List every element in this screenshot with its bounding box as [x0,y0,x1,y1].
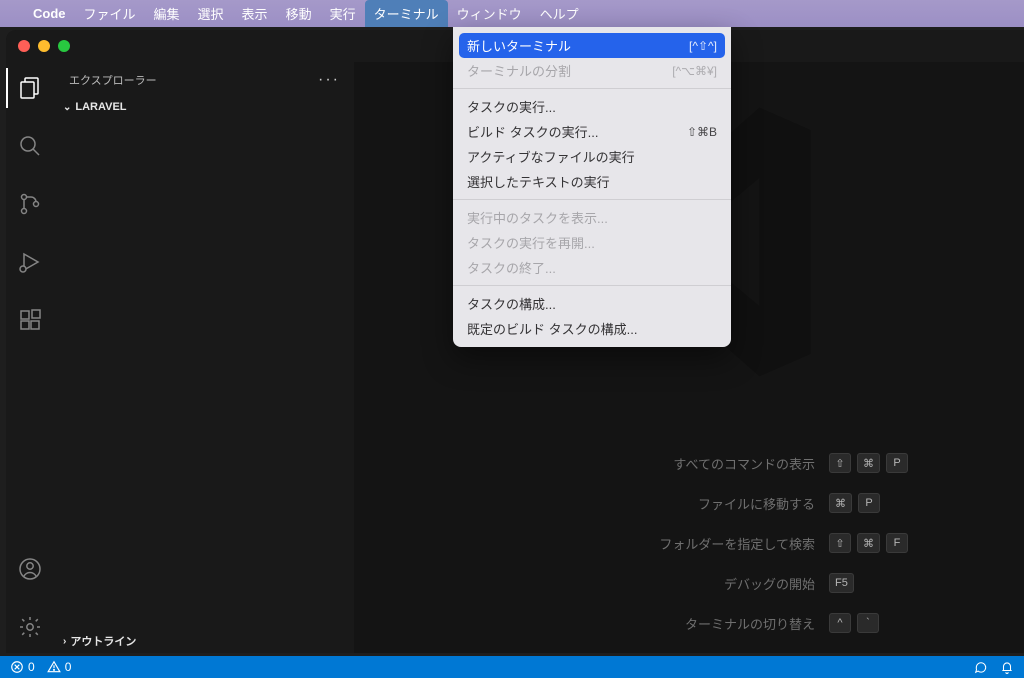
menu-run-build-task[interactable]: ビルド タスクの実行... ⇧⌘B [453,119,731,144]
menu-item-label: 既定のビルド タスクの構成... [467,319,637,338]
key-chip: ⌘ [857,533,880,553]
menu-terminate-task: タスクの終了... [453,255,731,280]
menu-item-label: タスクの実行を再開... [467,233,595,252]
menu-show-running-tasks: 実行中のタスクを表示... [453,205,731,230]
shortcut-row-toggle-terminal: ターミナルの切り替え ^ ` [429,613,949,633]
status-notifications-icon[interactable] [1000,660,1014,674]
menu-run-task[interactable]: タスクの実行... [453,94,731,119]
key-chip: ⇧ [829,533,851,553]
chevron-right-icon: › [63,636,66,647]
menu-separator [453,285,731,286]
key-chip: P [886,453,908,473]
settings-gear-icon[interactable] [6,605,54,649]
key-chip: ⌘ [829,493,852,513]
key-chip: P [858,493,880,513]
search-icon[interactable] [6,124,54,168]
outline-title: アウトライン [70,633,136,649]
activity-bar [6,62,54,653]
shortcut-label: ファイルに移動する [429,494,815,513]
accounts-icon[interactable] [6,547,54,591]
key-chip: ⇧ [829,453,851,473]
shortcut-label: ターミナルの切り替え [429,614,815,633]
menu-item-label: ターミナルの分割 [467,61,571,80]
key-chip: ` [857,613,879,633]
welcome-shortcuts: すべてのコマンドの表示 ⇧ ⌘ P ファイルに移動する ⌘ P フォルダーを指定 [429,453,949,633]
explorer-title: エクスプローラー [69,72,157,88]
key-chip: F5 [829,573,854,593]
status-warnings[interactable]: 0 [47,660,72,674]
menu-view[interactable]: 表示 [233,0,277,27]
menu-configure-tasks[interactable]: タスクの構成... [453,291,731,316]
menu-item-shortcut: [^⇧^] [689,39,717,53]
menu-window[interactable]: ウィンドウ [448,0,531,27]
menu-configure-default-build-task[interactable]: 既定のビルド タスクの構成... [453,316,731,341]
project-folder-label: LARAVEL [75,101,126,113]
sidebar-header: エクスプローラー ··· [55,62,354,97]
terminal-dropdown-menu: 新しいターミナル [^⇧^] ターミナルの分割 [^⌥⌘¥] タスクの実行...… [453,27,731,347]
status-bar: 0 0 [0,656,1024,678]
menu-item-shortcut: ⇧⌘B [687,125,717,139]
shortcut-label: フォルダーを指定して検索 [429,534,815,553]
menu-restart-task: タスクの実行を再開... [453,230,731,255]
menu-separator [453,199,731,200]
menu-run-selected-text[interactable]: 選択したテキストの実行 [453,169,731,194]
menu-item-label: タスクの終了... [467,258,556,277]
extensions-icon[interactable] [6,298,54,342]
menu-item-label: 選択したテキストの実行 [467,172,610,191]
menu-item-label: タスクの実行... [467,97,556,116]
menu-item-label: 新しいターミナル [467,36,571,55]
menu-selection[interactable]: 選択 [189,0,233,27]
menu-file[interactable]: ファイル [75,0,145,27]
menu-help[interactable]: ヘルプ [531,0,588,27]
shortcut-label: すべてのコマンドの表示 [429,454,815,473]
shortcut-row-commands: すべてのコマンドの表示 ⇧ ⌘ P [429,453,949,473]
shortcut-label: デバッグの開始 [429,574,815,593]
menu-new-terminal[interactable]: 新しいターミナル [^⇧^] [459,33,725,58]
menu-item-label: タスクの構成... [467,294,556,313]
chevron-down-icon: ⌄ [63,102,71,113]
sidebar-explorer: エクスプローラー ··· ⌄ LARAVEL › アウトライン [54,62,354,653]
explorer-icon[interactable] [6,66,54,110]
run-debug-icon[interactable] [6,240,54,284]
status-errors-count: 0 [28,660,35,674]
close-window-icon[interactable] [18,40,30,52]
sidebar-project-folder[interactable]: ⌄ LARAVEL [55,97,354,117]
key-chip: F [886,533,908,553]
shortcut-row-goto-file: ファイルに移動する ⌘ P [429,493,949,513]
status-errors[interactable]: 0 [10,660,35,674]
menu-terminal[interactable]: ターミナル [365,0,448,27]
menu-item-label: 実行中のタスクを表示... [467,208,608,227]
menu-split-terminal: ターミナルの分割 [^⌥⌘¥] [453,58,731,83]
source-control-icon[interactable] [6,182,54,226]
menu-item-label: アクティブなファイルの実行 [467,147,635,166]
key-chip: ⌘ [857,453,880,473]
status-warnings-count: 0 [65,660,72,674]
menu-run-active-file[interactable]: アクティブなファイルの実行 [453,144,731,169]
sidebar-tree-empty [55,117,354,629]
minimize-window-icon[interactable] [38,40,50,52]
explorer-more-icon[interactable]: ··· [318,71,340,89]
shortcut-row-find-in-folder: フォルダーを指定して検索 ⇧ ⌘ F [429,533,949,553]
menu-app-name[interactable]: Code [24,0,75,27]
shortcut-row-start-debug: デバッグの開始 F5 [429,573,949,593]
zoom-window-icon[interactable] [58,40,70,52]
macos-menubar: Code ファイル 編集 選択 表示 移動 実行 ターミナル ウィンドウ ヘルプ [0,0,1024,27]
menu-separator [453,88,731,89]
traffic-lights [18,40,70,52]
menu-edit[interactable]: 編集 [145,0,189,27]
status-feedback-icon[interactable] [974,660,988,674]
menu-item-label: ビルド タスクの実行... [467,122,598,141]
menu-go[interactable]: 移動 [277,0,321,27]
menu-item-shortcut: [^⌥⌘¥] [672,64,717,78]
sidebar-outline[interactable]: › アウトライン [55,629,354,653]
menu-run[interactable]: 実行 [321,0,365,27]
key-chip: ^ [829,613,851,633]
